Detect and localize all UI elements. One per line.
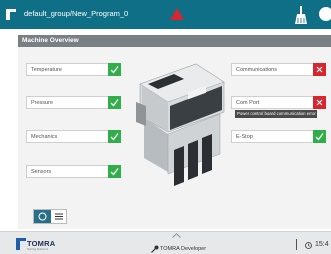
checkmark-icon bbox=[110, 99, 119, 107]
status-temperature[interactable]: Temperature bbox=[26, 63, 121, 76]
error-icon bbox=[316, 66, 323, 73]
status-pressure[interactable]: Pressure bbox=[26, 96, 121, 109]
top-bar: default_group/New_Program_0 bbox=[0, 0, 331, 29]
status-label: Com Port bbox=[236, 100, 260, 106]
list-icon bbox=[55, 213, 63, 220]
section-header: Machine Overview bbox=[18, 35, 331, 47]
chevron-up-icon[interactable] bbox=[172, 233, 181, 238]
status-communications[interactable]: Communications bbox=[231, 63, 326, 76]
divider bbox=[296, 239, 297, 250]
tomra-logo-icon bbox=[16, 238, 26, 250]
page-title: Machine Overview bbox=[22, 37, 79, 44]
brand-tagline: Sorting Solutions bbox=[27, 247, 49, 251]
status-label: Communications bbox=[236, 67, 277, 73]
status-ok-indicator bbox=[313, 130, 326, 143]
status-error-indicator bbox=[313, 96, 326, 109]
status-mechanics[interactable]: Mechanics bbox=[26, 130, 121, 143]
warning-triangle-icon[interactable] bbox=[170, 8, 184, 20]
tomra-logo-icon bbox=[6, 9, 16, 20]
clock-icon bbox=[305, 242, 312, 249]
error-tooltip: Power control board communication error bbox=[235, 110, 317, 118]
key-icon bbox=[151, 245, 159, 253]
status-label: E-Stop bbox=[236, 134, 253, 140]
status-estop[interactable]: E-Stop bbox=[231, 130, 326, 143]
dashboard-view-button[interactable] bbox=[34, 210, 51, 223]
list-view-button[interactable] bbox=[51, 210, 67, 223]
checkmark-icon bbox=[315, 133, 324, 141]
status-ok-indicator bbox=[108, 130, 121, 143]
user-label[interactable]: TOMRA Developer bbox=[160, 246, 206, 252]
checkmark-icon bbox=[110, 168, 119, 176]
status-ok-indicator bbox=[108, 165, 121, 178]
status-error-indicator bbox=[313, 63, 326, 76]
view-toggle[interactable] bbox=[33, 209, 67, 224]
help-icon[interactable] bbox=[319, 7, 331, 21]
checkmark-icon bbox=[110, 66, 119, 74]
status-label: Sensors bbox=[31, 169, 52, 175]
checkmark-icon bbox=[110, 133, 119, 141]
status-label: Temperature bbox=[31, 67, 62, 73]
status-com-port[interactable]: Com Port bbox=[231, 96, 326, 109]
program-path[interactable]: default_group/New_Program_0 bbox=[24, 9, 128, 18]
error-icon bbox=[316, 99, 323, 106]
sorting-machine-image bbox=[136, 63, 225, 186]
clock-time: 15:4 bbox=[315, 241, 329, 248]
status-sensors[interactable]: Sensors bbox=[26, 165, 121, 178]
status-label: Pressure bbox=[31, 100, 54, 106]
status-ok-indicator bbox=[108, 63, 121, 76]
broom-icon[interactable] bbox=[294, 6, 308, 24]
status-label: Mechanics bbox=[31, 134, 58, 140]
tooltip-text: Power control board communication error bbox=[237, 111, 316, 116]
status-ok-indicator bbox=[108, 96, 121, 109]
dashboard-icon bbox=[38, 212, 47, 221]
